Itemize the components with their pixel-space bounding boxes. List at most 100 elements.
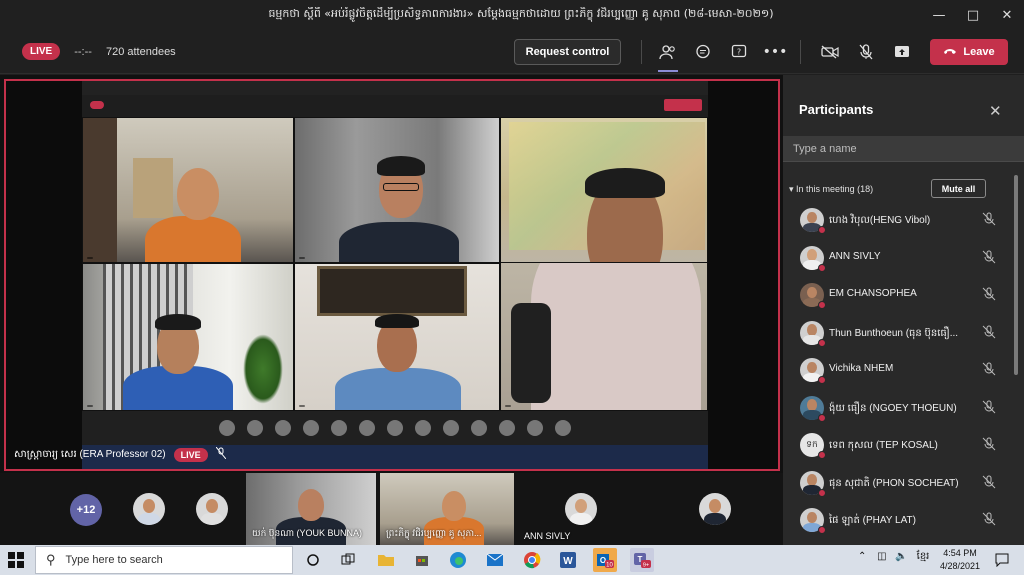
participant-row[interactable]: ទក ទេព កុសល (TEP KOSAL) [783,426,1015,464]
video-tile-youk-bunna [294,117,500,263]
panel-title: Participants [799,102,874,117]
participant-name: ង៉ុយ ធឿន (NGOEY THOEUN) [829,402,957,414]
windows-search-placeholder: Type here to search [65,554,163,566]
mic-off-icon[interactable] [981,436,997,452]
status-dot [818,376,826,384]
participant-row[interactable]: ហេង វិបុល(HENG Vibol) [783,201,1015,239]
attendee-count: 720 attendees [105,45,176,58]
participant-row[interactable]: Thun Bunthoeun (ធុន ប៊ុនធឿ... [783,314,1015,352]
mic-off-icon[interactable] [981,324,997,340]
participant-gallery: +12 យក់ ប៊ុនណា (YOUK BUNNA) ព្រះភិក្ខុ វ… [0,473,783,545]
word-icon[interactable]: W [556,548,580,572]
system-tray: ⌃ ◫ 🔈 ខ្មែរ [858,549,929,564]
volume-icon[interactable]: 🔈 [895,551,907,562]
gallery-video-tile-youk-bunna[interactable]: យក់ ប៊ុនណា (YOUK BUNNA) [246,473,376,545]
status-dot [818,338,826,347]
in-meeting-label: In this meeting (18) [796,184,874,194]
gallery-avatar[interactable] [133,493,165,525]
close-window-icon[interactable]: ✕ [990,0,1024,30]
presenter-label: សាស្ត្រាចារ្យ សេរ (ERA Professor 02) LIV… [14,446,227,462]
participant-row[interactable]: ANN SIVLY [783,239,1015,277]
maximize-icon[interactable]: □ [956,0,990,30]
gallery-tile-name: ព្រះភិក្ខុ វជិរប្បញ្ញោ គូ សុភា... [386,528,482,538]
status-dot [818,301,826,309]
outlook-icon[interactable]: O 10 [593,548,617,572]
hair [155,314,201,330]
gallery-avatar[interactable] [196,493,228,525]
gallery-video-tile-monk[interactable]: ព្រះភិក្ខុ វជិរប្បញ្ញោ គូ សុភា... [380,473,514,545]
leave-button[interactable]: Leave [930,39,1008,65]
participant-row[interactable]: ផុន សុជាតិ (PHON SOCHEAT) [783,464,1015,502]
shared-meeting-window [82,81,708,469]
tile-name-tag [299,405,305,407]
participant-row[interactable]: Vichika NHEM [783,351,1015,389]
video-tile-prayer-gate [82,263,294,411]
strip-avatar [247,420,263,436]
mic-off-icon[interactable] [854,40,878,64]
teams-icon[interactable]: T 9+ [630,548,654,572]
request-control-button[interactable]: Request control [514,39,621,65]
hair [585,168,665,198]
participant-row[interactable]: ផៃ ឡាត់ (PHAY LAT) [783,501,1015,539]
close-panel-icon[interactable]: ✕ [989,102,1002,120]
share-screen-icon[interactable] [890,40,914,64]
taskbar-clock[interactable]: 4:54 PM 4/28/2021 [938,547,982,573]
language-indicator[interactable]: ខ្មែរ [917,551,930,562]
participant-name: EM CHANSOPHEA [829,288,917,299]
strip-avatar [415,420,431,436]
gallery-avatar[interactable] [699,493,731,525]
meeting-timer: --:-- [74,45,92,58]
suit [339,222,459,262]
plant [243,334,283,404]
mic-off-icon[interactable] [981,399,997,415]
windows-start-icon[interactable] [8,552,24,568]
file-explorer-icon[interactable] [374,548,398,572]
qna-icon[interactable]: ? [727,40,751,64]
mail-icon[interactable] [483,548,507,572]
overflow-participants-button[interactable]: +12 [70,494,102,526]
windows-search-box[interactable]: ⚲ Type here to search [35,546,293,574]
mic-off-icon[interactable] [981,211,997,227]
background-door [133,158,173,218]
participants-icon[interactable] [656,40,680,64]
window-title: ធម្មកថា ស្ដីពី «អប់រំផ្លូវចិត្តដើម្បីប្រ… [268,7,774,20]
network-icon[interactable]: ◫ [877,551,886,562]
video-tile-monk [82,117,294,263]
status-dot [818,451,826,459]
cortana-icon[interactable] [301,548,325,572]
mic-off-icon[interactable] [981,249,997,265]
mic-off-icon[interactable] [981,361,997,377]
chevron-up-icon[interactable]: ⌃ [858,551,866,562]
mic-off-icon[interactable] [981,474,997,490]
participant-name: ផៃ ឡាត់ (PHAY LAT) [829,515,916,526]
participant-row[interactable]: ង៉ុយ ធឿន (NGOEY THOEUN) [783,389,1015,427]
live-badge: LIVE [22,43,61,60]
gallery-tile-name: យក់ ប៊ុនណា (YOUK BUNNA) [252,528,363,538]
mute-all-button[interactable]: Mute all [931,179,986,198]
status-dot [818,526,826,534]
edge-icon[interactable] [446,548,470,572]
participant-name: ទេព កុសល (TEP KOSAL) [829,440,938,451]
strip-avatar [527,420,543,436]
minimize-icon[interactable]: — [922,0,956,30]
task-view-icon[interactable] [336,548,360,572]
video-tile-painting [294,263,500,411]
gallery-tile-name: ANN SIVLY [524,531,571,541]
store-icon[interactable] [410,548,434,572]
strip-avatar [359,420,375,436]
chat-icon[interactable] [691,40,715,64]
in-meeting-header[interactable]: ▾ In this meeting (18) [789,184,873,195]
status-dot [818,488,826,497]
more-options-icon[interactable]: ••• [763,40,788,64]
strip-avatar [275,420,291,436]
participant-name: Vichika NHEM [829,363,894,374]
presenter-live-badge: LIVE [173,447,208,462]
participant-row[interactable]: EM CHANSOPHEA [783,276,1015,314]
participant-search-input[interactable]: Type a name [783,136,1024,162]
mic-off-icon[interactable] [981,286,997,302]
batik-shirt [335,368,461,410]
camera-off-icon[interactable] [818,40,842,64]
chrome-icon[interactable] [520,548,544,572]
mic-off-icon[interactable] [981,511,997,527]
notifications-icon[interactable] [990,548,1014,572]
